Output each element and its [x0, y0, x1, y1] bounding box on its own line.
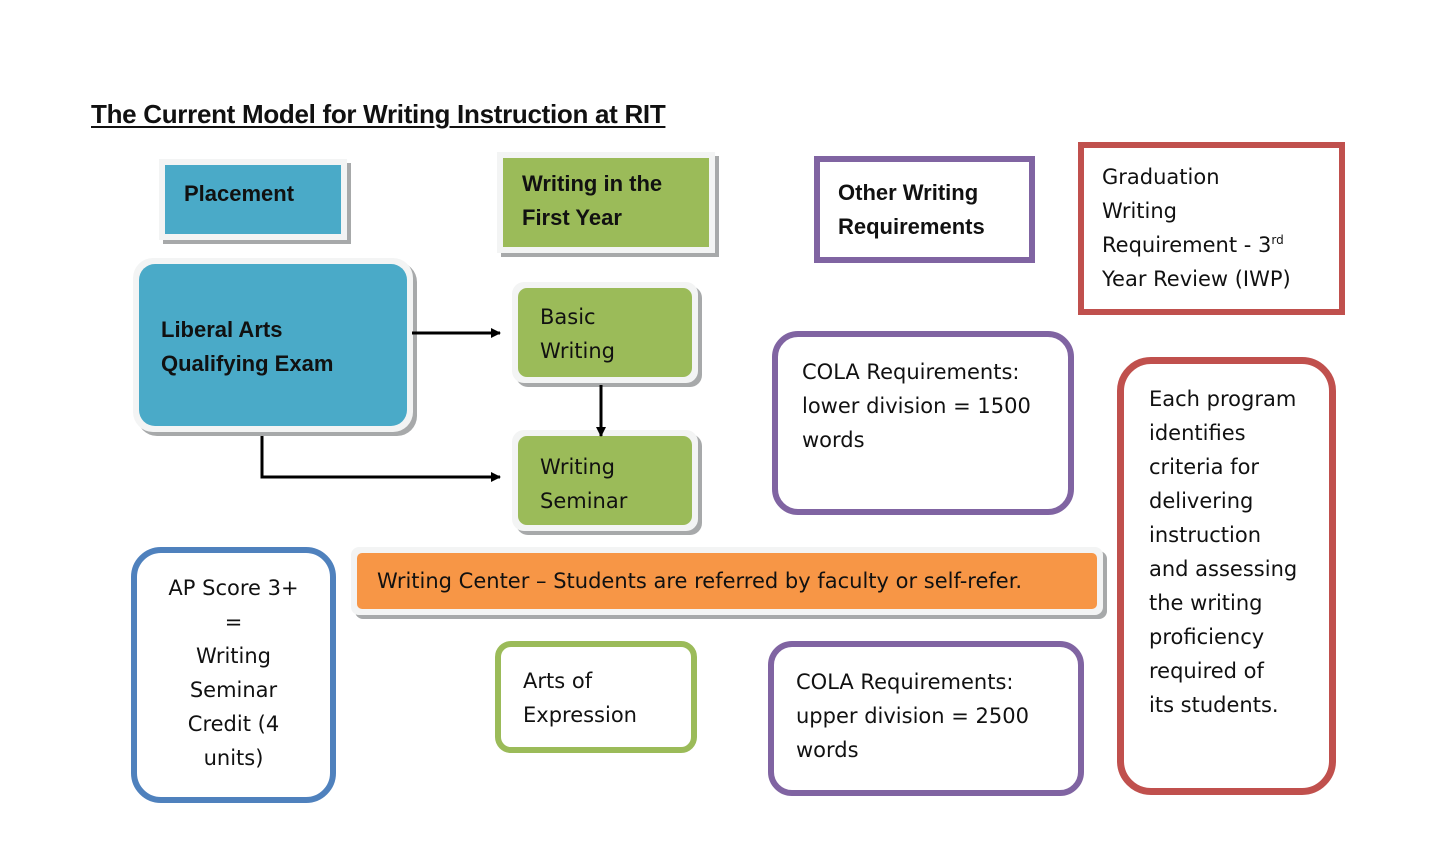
graduation-requirement-header: Graduation Writing Requirement - 3rd Year… — [1078, 142, 1345, 315]
graduation-requirement-label: Graduation Writing Requirement - 3rd Year… — [1102, 160, 1291, 296]
placement-header: Placement — [159, 159, 347, 240]
basic-writing-node: Basic Writing — [512, 282, 698, 383]
writing-center-bar: Writing Center – Students are referred b… — [351, 547, 1103, 615]
arts-of-expression-label: Arts of Expression — [523, 669, 637, 727]
arrow-exam-to-writing-seminar — [260, 436, 501, 482]
cola-upper-division-node: COLA Requirements: upper division = 2500… — [768, 641, 1084, 796]
graduation-requirement-tail: Year Review (IWP) — [1102, 267, 1291, 291]
other-requirements-header-label: Other Writing Requirements — [838, 180, 985, 239]
cola-lower-division-label: COLA Requirements: lower division = 1500… — [802, 360, 1031, 452]
qualifying-exam-label: Liberal Arts Qualifying Exam — [161, 317, 334, 376]
writing-center-label: Writing Center – Students are referred b… — [377, 569, 1023, 593]
writing-seminar-label: Writing Seminar — [540, 455, 628, 513]
arts-of-expression-node: Arts of Expression — [495, 641, 697, 753]
graduation-requirement-superscript: rd — [1271, 233, 1284, 247]
other-requirements-header: Other Writing Requirements — [814, 156, 1035, 263]
cola-upper-division-label: COLA Requirements: upper division = 2500… — [796, 670, 1029, 762]
basic-writing-label: Basic Writing — [540, 305, 615, 363]
first-year-header-label: Writing in the First Year — [522, 171, 663, 230]
ap-score-node: AP Score 3+ = Writing Seminar Credit (4 … — [131, 547, 336, 803]
graduation-requirement-text: Graduation Writing Requirement - 3 — [1102, 165, 1272, 257]
qualifying-exam-node: Liberal Arts Qualifying Exam — [133, 258, 413, 432]
ap-score-label: AP Score 3+ = Writing Seminar Credit (4 … — [168, 576, 299, 770]
program-criteria-label: Each program identifies criteria for del… — [1149, 387, 1298, 717]
writing-seminar-node: Writing Seminar — [512, 430, 698, 531]
cola-lower-division-node: COLA Requirements: lower division = 1500… — [772, 331, 1074, 515]
placement-header-label: Placement — [184, 181, 295, 206]
first-year-header: Writing in the First Year — [497, 152, 715, 253]
program-criteria-node: Each program identifies criteria for del… — [1117, 357, 1336, 795]
page-title: The Current Model for Writing Instructio… — [91, 99, 666, 129]
